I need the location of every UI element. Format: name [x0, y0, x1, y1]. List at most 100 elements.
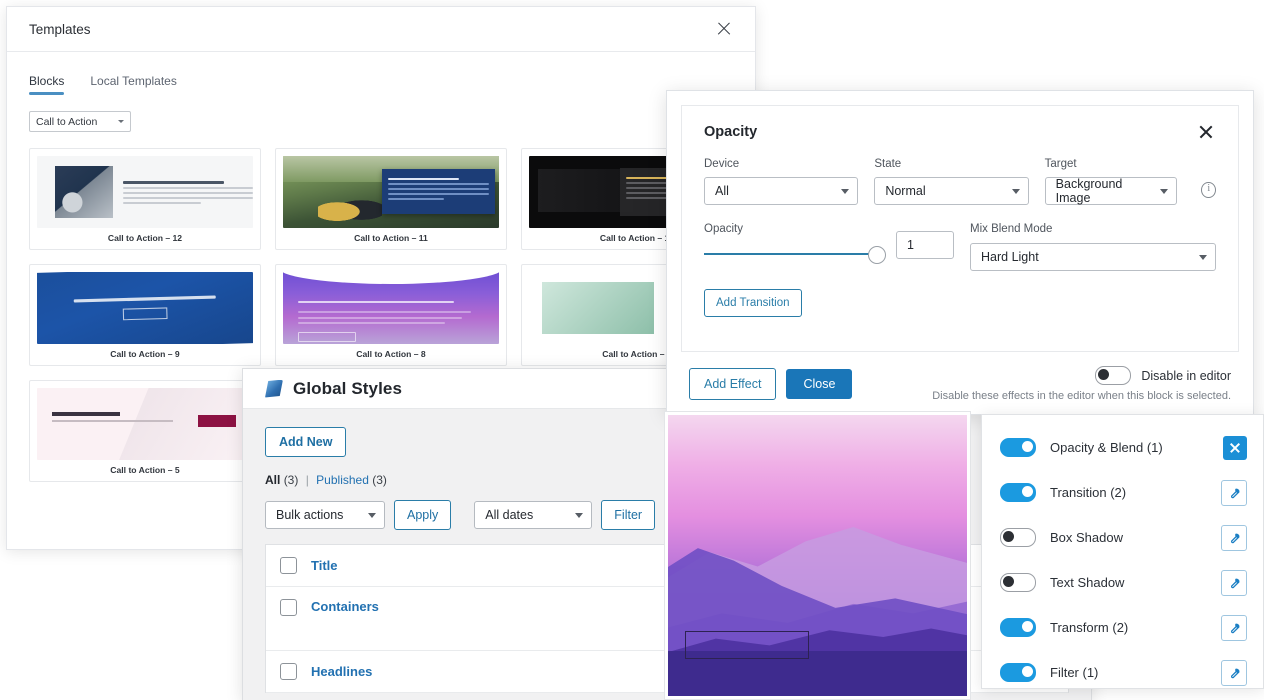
- bulk-actions-select[interactable]: Bulk actions: [265, 501, 385, 529]
- target-value: Background Image: [1055, 177, 1123, 205]
- opacity-label: Opacity: [704, 223, 743, 235]
- effect-label: Transition (2): [1050, 485, 1127, 500]
- mix-blend-mode-value: Hard Light: [981, 250, 1039, 264]
- thumb-photo: [541, 282, 655, 334]
- filter-all-label[interactable]: All: [265, 473, 280, 487]
- filter-published-label[interactable]: Published: [316, 473, 369, 487]
- bulk-actions-value: Bulk actions: [276, 508, 344, 522]
- apply-button[interactable]: Apply: [394, 500, 452, 530]
- template-card[interactable]: Call to Action – 9: [29, 264, 261, 366]
- template-label: Call to Action – 8: [356, 349, 426, 359]
- category-select[interactable]: Call to Action: [29, 111, 131, 132]
- effect-row: Box Shadow: [1000, 515, 1247, 560]
- effect-action: [1221, 524, 1247, 551]
- filter-button[interactable]: Filter: [601, 500, 656, 530]
- mix-blend-mode-field: Mix Blend Mode Hard Light: [970, 223, 1216, 271]
- wrench-icon[interactable]: [1221, 479, 1247, 506]
- preview-selection-box[interactable]: [685, 631, 809, 659]
- add-effect-button[interactable]: Add Effect: [689, 368, 777, 400]
- effect-row: Transition (2): [1000, 470, 1247, 515]
- effect-row: Opacity & Blend (1): [1000, 425, 1247, 470]
- thumb-text: [52, 408, 174, 425]
- dates-select[interactable]: All dates: [474, 501, 593, 529]
- template-card[interactable]: Call to Action – 11: [275, 148, 507, 250]
- filter-all-count: (3): [283, 473, 299, 487]
- add-transition-button[interactable]: Add Transition: [704, 289, 802, 317]
- state-value: Normal: [885, 184, 926, 198]
- thumb-art: [37, 272, 253, 344]
- close-button[interactable]: Close: [786, 369, 853, 399]
- wrench-icon[interactable]: [1221, 659, 1247, 686]
- close-icon[interactable]: [1223, 435, 1247, 460]
- disable-in-editor-hint: Disable these effects in the editor when…: [932, 390, 1231, 402]
- template-label: Call to Action – 9: [110, 349, 180, 359]
- opacity-effect-card: Opacity Device All State Normal Target B…: [681, 105, 1239, 352]
- disable-in-editor-toggle[interactable]: [1095, 366, 1132, 385]
- effect-label: Text Shadow: [1050, 575, 1125, 590]
- template-thumbnail: [37, 156, 253, 228]
- template-thumbnail: [283, 272, 499, 344]
- effect-toggle-text-shadow[interactable]: [1000, 573, 1036, 592]
- device-select[interactable]: All: [704, 177, 859, 205]
- opacity-modal-header: Opacity: [704, 122, 1216, 142]
- effect-label: Filter (1): [1050, 665, 1099, 680]
- slider-knob[interactable]: [868, 246, 886, 264]
- thumb-button: [197, 415, 236, 428]
- effect-label: Box Shadow: [1050, 530, 1123, 545]
- effect-toggle-filter[interactable]: [1000, 663, 1036, 682]
- column-header-title[interactable]: Title: [311, 558, 338, 573]
- slider-track: [704, 253, 880, 256]
- effect-action: [1221, 614, 1247, 641]
- template-label: Call to Action – 11: [354, 233, 428, 243]
- wrench-icon[interactable]: [1221, 524, 1247, 551]
- thumb-photo: [55, 166, 113, 218]
- thumb-line: [298, 322, 445, 325]
- template-label: Call to Action – 5: [110, 465, 180, 475]
- mix-blend-mode-select[interactable]: Hard Light: [970, 243, 1216, 271]
- opacity-selects-row: Device All State Normal Target Backgroun…: [704, 158, 1217, 205]
- thumb-button: [298, 332, 357, 343]
- info-icon[interactable]: i: [1201, 182, 1217, 198]
- dates-value: All dates: [485, 508, 534, 522]
- effect-toggle-transform[interactable]: [1000, 618, 1036, 637]
- wrench-icon[interactable]: [1221, 569, 1247, 596]
- state-field: State Normal: [874, 158, 1029, 205]
- chevron-down-icon: [118, 120, 124, 123]
- add-new-button[interactable]: Add New: [265, 427, 347, 457]
- thumb-photo: [317, 193, 383, 224]
- effect-toggle-opacity-blend[interactable]: [1000, 438, 1036, 457]
- row-title-link[interactable]: Headlines: [311, 664, 372, 679]
- template-card[interactable]: Call to Action – 5: [29, 380, 261, 482]
- wrench-icon[interactable]: [1221, 614, 1247, 641]
- opacity-slider[interactable]: [704, 243, 886, 265]
- opacity-modal-footer: Add Effect Close Disable in editor Disab…: [681, 352, 1239, 402]
- effect-action: [1221, 569, 1247, 596]
- template-card[interactable]: Call to Action – 12: [29, 148, 261, 250]
- effect-toggle-transition[interactable]: [1000, 483, 1036, 502]
- template-card[interactable]: Call to Action – 8: [275, 264, 507, 366]
- row-checkbox[interactable]: [280, 663, 297, 680]
- thumb-line: [298, 316, 463, 319]
- close-icon[interactable]: [713, 18, 735, 40]
- template-thumbnail: [37, 388, 253, 460]
- state-label: State: [874, 158, 902, 170]
- disable-in-editor-label: Disable in editor: [1141, 368, 1231, 383]
- row-checkbox[interactable]: [280, 599, 297, 616]
- select-all-checkbox[interactable]: [280, 557, 297, 574]
- tab-local-templates[interactable]: Local Templates: [90, 74, 177, 95]
- opacity-value-input[interactable]: 1: [896, 231, 954, 259]
- thumb-line: [298, 310, 471, 313]
- chevron-down-icon: [1199, 254, 1207, 260]
- chevron-down-icon: [368, 512, 376, 518]
- effect-toggle-box-shadow[interactable]: [1000, 528, 1036, 547]
- mix-blend-mode-label: Mix Blend Mode: [970, 223, 1053, 235]
- row-title-link[interactable]: Containers: [311, 599, 379, 614]
- disable-in-editor-row: Disable in editor: [932, 366, 1231, 385]
- state-select[interactable]: Normal: [874, 177, 1029, 205]
- target-select[interactable]: Background Image: [1044, 177, 1178, 205]
- tab-blocks[interactable]: Blocks: [29, 74, 65, 95]
- device-value: All: [715, 184, 729, 198]
- template-thumbnail: [283, 156, 499, 228]
- close-icon[interactable]: [1196, 122, 1216, 142]
- opacity-slider-field: Opacity: [704, 223, 886, 265]
